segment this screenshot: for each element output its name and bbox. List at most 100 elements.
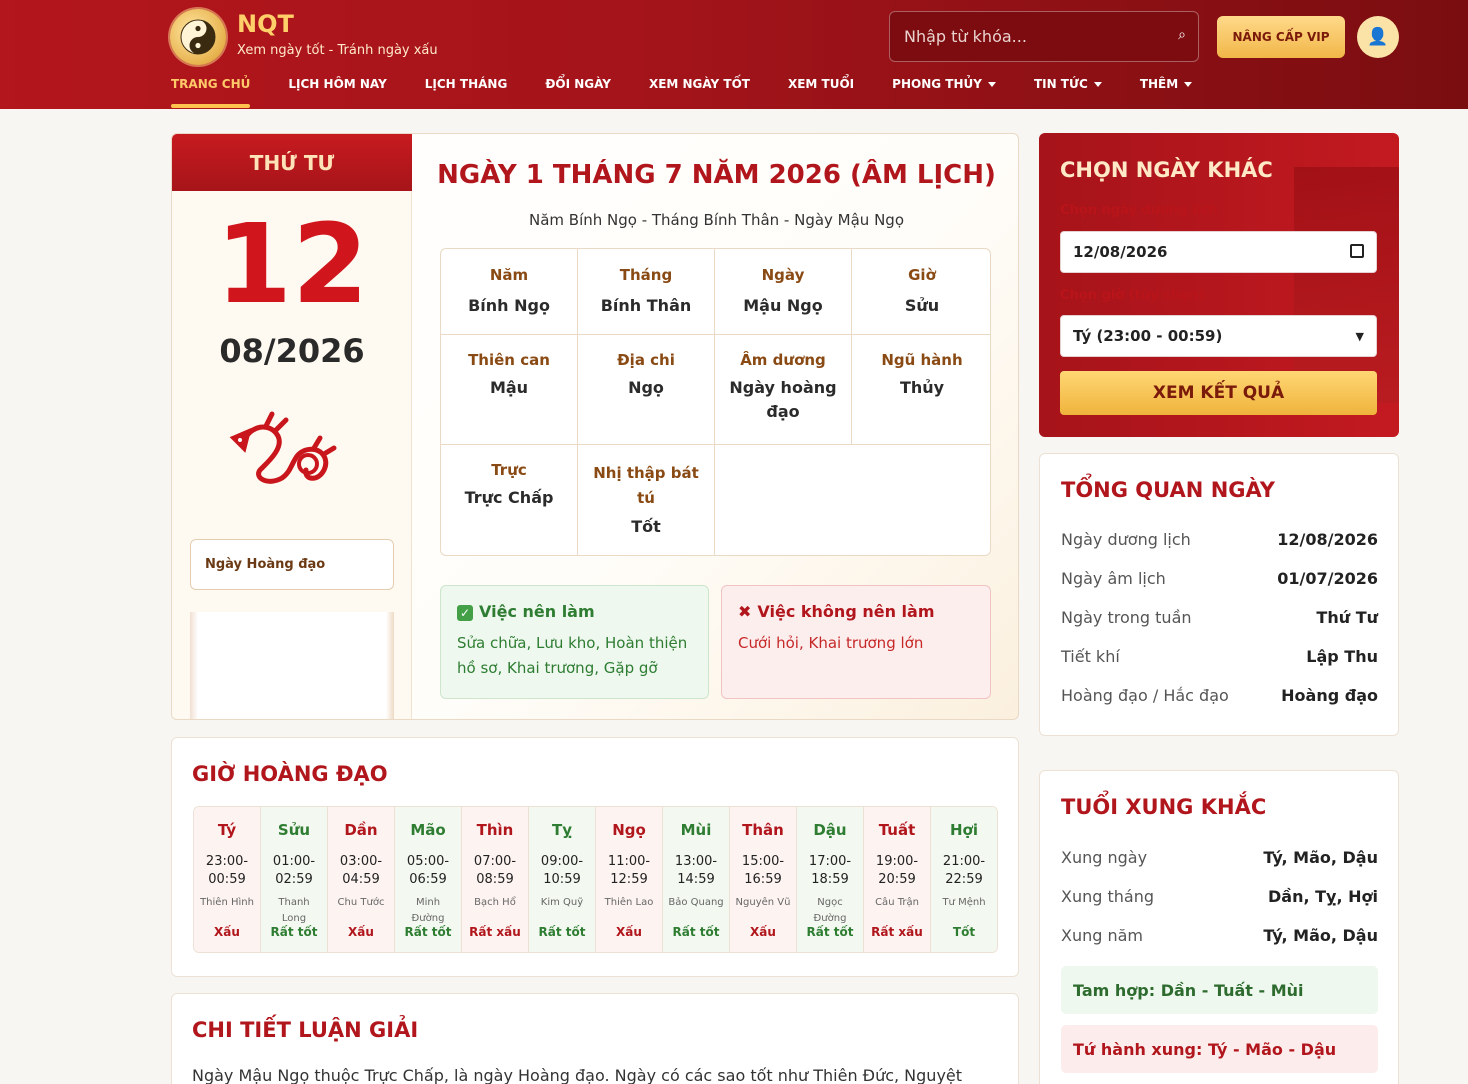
- hour-name: Ngọ: [612, 821, 646, 839]
- grid-cell-ngay: Ngày Mậu Ngọ: [715, 249, 852, 335]
- big-day-number: 12: [215, 200, 369, 328]
- nav-doi-ngay[interactable]: ĐỔI NGÀY: [545, 77, 611, 109]
- hour-range: 07:00-08:59: [473, 854, 517, 887]
- viec-khong-nen-lam-box: ✖ Việc không nên làm Cưới hỏi, Khai trươn…: [721, 585, 991, 699]
- hour-name: Tuất: [878, 821, 916, 839]
- row-value: Thứ Tư: [1316, 608, 1378, 627]
- site-header: NQT Xem ngày tốt - Tránh ngày xấu ⌕ NÂNG…: [0, 0, 1468, 109]
- hour-rating: Xấu: [616, 925, 642, 939]
- grid-label: Trực: [491, 461, 527, 479]
- decorative-panel: [1294, 167, 1399, 403]
- date-field-label: Chọn ngày dương lịch: [1060, 203, 1218, 218]
- gio-hoang-dao-table: Tý 23:00-00:59 Thiên Hình Xấu Sửu 01:00-02:5…: [193, 806, 998, 953]
- hour-column: Mùi 13:00-14:59 Bảo Quang Rất tốt: [663, 807, 730, 952]
- grid-label: Nhị thập bát tú: [593, 464, 699, 507]
- hour-column: Sửu 01:00-02:59 Thanh Long Rất tốt: [261, 807, 328, 952]
- hour-name: Dần: [344, 821, 378, 839]
- hour-rating: Rất tốt: [806, 925, 854, 939]
- nav-them[interactable]: THÊM: [1139, 77, 1193, 109]
- hour-name: Tý: [217, 821, 237, 839]
- hour-star: Tư Mệnh: [942, 897, 986, 908]
- nav-trang-chu[interactable]: TRANG CHỦ: [171, 77, 251, 109]
- gio-hoang-dao-title: GIỜ HOÀNG ĐẠO: [192, 762, 388, 786]
- upgrade-vip-button[interactable]: NÂNG CẤP VIP: [1217, 16, 1345, 58]
- caret-down-icon: [987, 82, 996, 87]
- nav-phong-thuy[interactable]: PHONG THỦY: [892, 77, 996, 109]
- caret-down-icon: [1184, 82, 1193, 87]
- nav-xem-tuoi[interactable]: XEM TUỔI: [788, 77, 854, 109]
- grid-cell-ngu-hanh: Ngũ hành Thủy: [852, 335, 990, 445]
- hour-rating: Xấu: [750, 925, 776, 939]
- brand-tagline: Xem ngày tốt - Tránh ngày xấu: [237, 43, 438, 58]
- row-key: Ngày trong tuần: [1061, 608, 1192, 627]
- overview-row: Ngày dương lịch 12/08/2026: [1061, 530, 1378, 554]
- title-text: Việc không nên làm: [757, 602, 935, 621]
- row-value: 12/08/2026: [1277, 530, 1378, 549]
- hour-column: Tý 23:00-00:59 Thiên Hình Xấu: [194, 807, 261, 952]
- search-input[interactable]: [890, 12, 1160, 61]
- nav-label: XEM NGÀY TỐT: [648, 77, 750, 91]
- hour-name: Sửu: [277, 821, 311, 839]
- hour-star: Thiên Hình: [200, 897, 254, 908]
- hour-name: Tỵ: [551, 821, 572, 839]
- title-text: Việc nên làm: [479, 602, 595, 621]
- hour-column: Thìn 07:00-08:59 Bạch Hổ Rất xấu: [462, 807, 529, 952]
- tu-hanh-xung-badge: Tứ hành xung: Tý - Mão - Dậu: [1061, 1025, 1378, 1073]
- hour-range: 01:00-02:59: [272, 854, 316, 887]
- dragon-zodiac-icon: [220, 404, 350, 499]
- hour-range: 03:00-04:59: [339, 854, 383, 887]
- hour-column: Dậu 17:00-18:59 Ngọc Đường Rất tốt: [797, 807, 864, 952]
- search-icon[interactable]: ⌕: [1178, 27, 1186, 43]
- hour-name: Dậu: [813, 821, 847, 839]
- gio-hoang-dao-card: GIỜ HOÀNG ĐẠO Tý 23:00-00:59 Thiên Hình Xấu…: [171, 737, 1019, 977]
- row-value: Tý, Mão, Dậu: [1263, 848, 1378, 867]
- nav-lich-hom-nay[interactable]: LỊCH HÔM NAY: [288, 77, 386, 109]
- search-box: ⌕: [889, 11, 1199, 62]
- chon-ngay-khac-card: CHỌN NGÀY KHÁC Chọn ngày dương lịch 12/0…: [1039, 133, 1399, 437]
- hour-rating: Rất tốt: [270, 925, 318, 939]
- grid-label: Năm: [489, 266, 529, 284]
- date-field[interactable]: 12/08/2026: [1060, 231, 1377, 273]
- viec-khong-nen-lam-text: Cưới hỏi, Khai trương lớn: [738, 634, 924, 652]
- row-key: Xung tháng: [1061, 887, 1154, 906]
- hour-select[interactable]: Tý (23:00 - 00:59) ▼: [1060, 315, 1377, 357]
- hour-star: Bảo Quang: [668, 897, 724, 908]
- xung-row: Xung năm Tý, Mão, Dậu: [1061, 926, 1378, 950]
- month-year: 08/2026: [219, 332, 365, 370]
- hour-rating: Rất tốt: [404, 925, 452, 939]
- hour-star: Kim Quỹ: [540, 897, 584, 908]
- viec-nen-lam-box: ✓ Việc nên làm Sửa chữa, Lưu kho, Hoàn th…: [440, 585, 709, 699]
- hour-column: Ngọ 11:00-12:59 Thiên Lao Xấu: [596, 807, 663, 952]
- hour-range: 17:00-18:59: [808, 854, 852, 887]
- grid-value: Trực Chấp: [464, 488, 554, 507]
- brand-name[interactable]: NQT: [237, 10, 294, 38]
- nav-label: XEM TUỔI: [787, 77, 855, 91]
- hour-name: Hợi: [949, 821, 978, 839]
- nav-label: LỊCH THÁNG: [424, 77, 508, 91]
- nav-lich-thang[interactable]: LỊCH THÁNG: [425, 77, 508, 109]
- hour-column: Tuất 19:00-20:59 Câu Trận Rất xấu: [864, 807, 931, 952]
- grid-cell-truc: Trực Trực Chấp: [441, 445, 578, 555]
- nav-label: THÊM: [1139, 77, 1179, 91]
- grid-value: Ngày hoàng đạo: [729, 378, 837, 421]
- row-key: Tiết khí: [1061, 647, 1120, 666]
- solar-date-panel: THỨ TƯ 12 08/2026 Ngày Hoàng đạo: [172, 134, 412, 719]
- hour-star: Bạch Hổ: [474, 897, 516, 908]
- grid-label: Ngũ hành: [881, 351, 963, 369]
- calendar-icon[interactable]: [1350, 244, 1364, 258]
- nav-xem-ngay-tot[interactable]: XEM NGÀY TỐT: [649, 77, 750, 109]
- check-icon: ✓: [457, 605, 473, 621]
- user-avatar-icon[interactable]: 👤: [1357, 16, 1399, 58]
- hour-star: Thiên Lao: [604, 897, 654, 908]
- nav-tin-tuc[interactable]: TIN TỨC: [1034, 77, 1102, 109]
- hour-rating: Rất tốt: [672, 925, 720, 939]
- xem-ket-qua-button[interactable]: XEM KẾT QUẢ: [1060, 371, 1377, 415]
- viec-nen-lam-title: ✓ Việc nên làm: [457, 602, 692, 621]
- row-value: Lập Thu: [1306, 647, 1378, 666]
- tong-quan-card: TỔNG QUAN NGÀY Ngày dương lịch 12/08/2026…: [1039, 453, 1399, 736]
- cross-icon: ✖: [738, 602, 752, 621]
- grid-cell-am-duong: Âm dương Ngày hoàng đạo: [715, 335, 852, 445]
- nav-label: LỊCH HÔM NAY: [288, 77, 387, 91]
- yin-yang-logo-icon[interactable]: [170, 9, 226, 65]
- grid-cell-thien-can: Thiên can Mậu: [441, 335, 578, 445]
